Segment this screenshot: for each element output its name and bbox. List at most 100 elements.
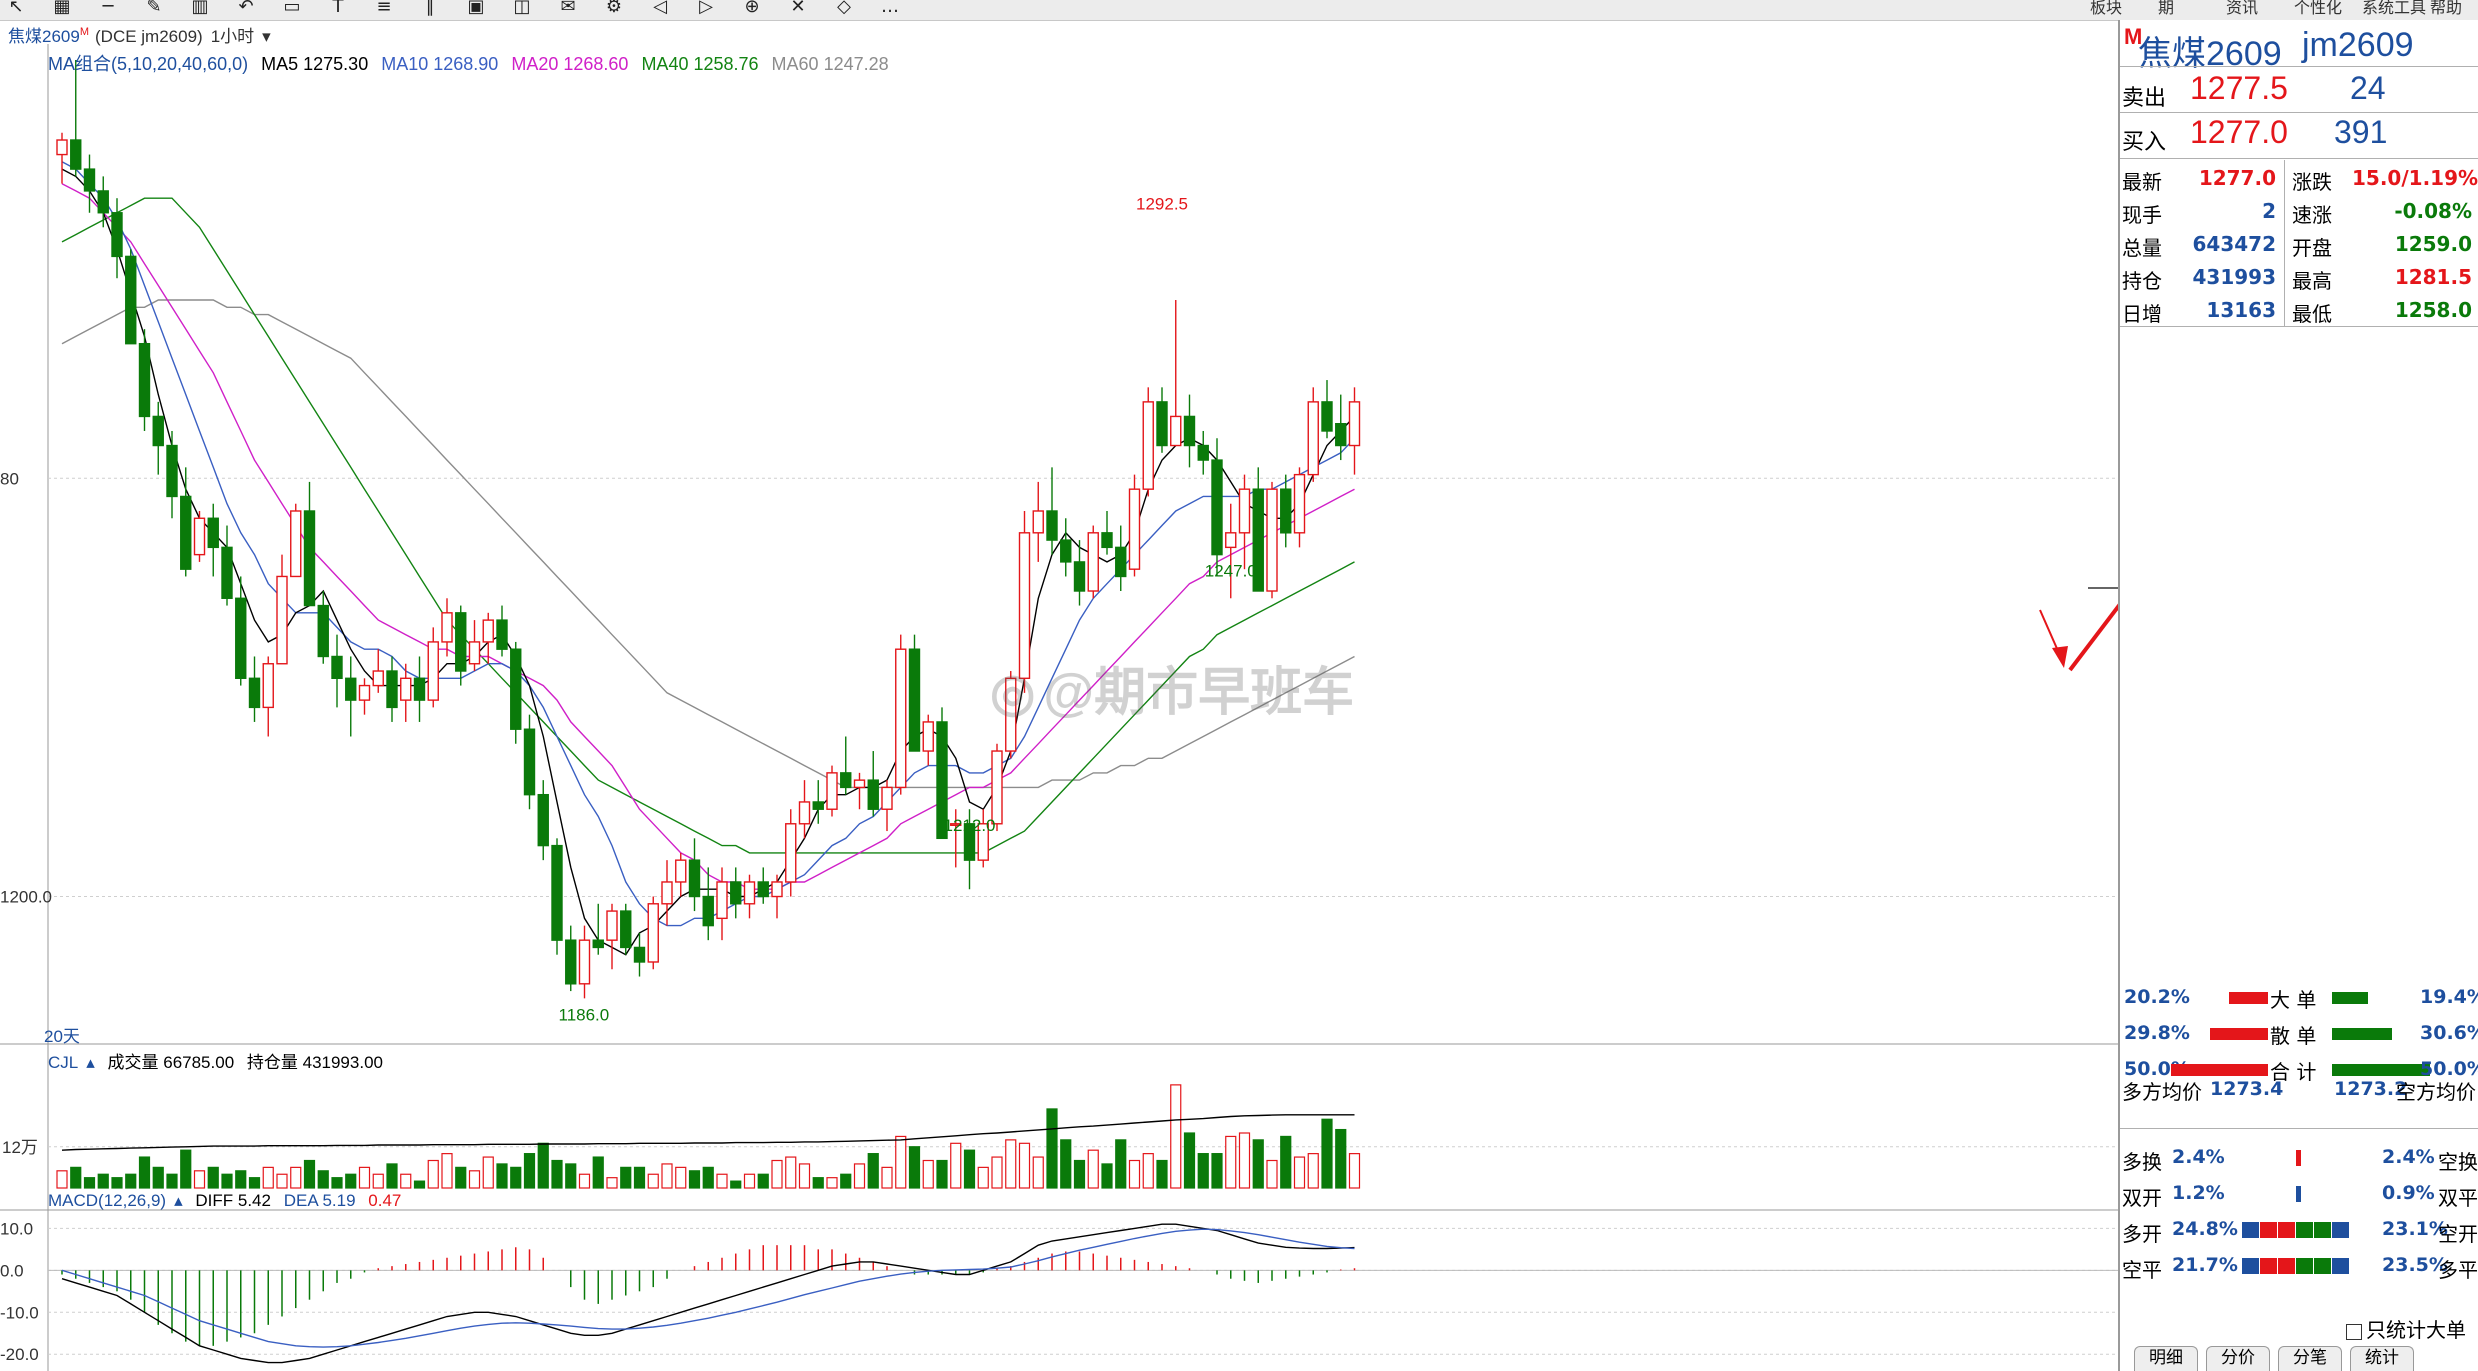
candle[interactable] — [537, 793, 549, 847]
candle[interactable] — [303, 510, 316, 607]
candle[interactable] — [180, 495, 192, 570]
candle[interactable] — [510, 648, 522, 730]
candle[interactable] — [386, 670, 398, 709]
zoom-icon[interactable]: ⊕ — [740, 0, 764, 16]
period-icon[interactable]: ▣ — [464, 0, 488, 16]
candle[interactable] — [166, 444, 178, 498]
candle[interactable] — [1060, 539, 1072, 563]
arrow-right-icon[interactable]: ▷ — [694, 0, 718, 16]
more-icon[interactable]: … — [878, 0, 902, 16]
candle[interactable] — [840, 772, 852, 789]
candle[interactable] — [991, 750, 1003, 825]
only-large-toggle[interactable]: 只统计大单 — [2346, 1314, 2466, 1343]
chevron-down-icon[interactable]: ▴ — [174, 1191, 183, 1210]
candle[interactable] — [83, 168, 96, 192]
arrow-left-icon[interactable]: ◁ — [648, 0, 672, 16]
candle[interactable] — [716, 881, 728, 920]
candle[interactable] — [207, 517, 219, 549]
candle[interactable] — [248, 677, 261, 709]
candle[interactable] — [97, 190, 109, 214]
tool-icon[interactable]: ⚙ — [602, 0, 626, 16]
candle[interactable] — [1183, 415, 1196, 447]
candle[interactable] — [523, 728, 536, 796]
candle[interactable] — [1335, 423, 1347, 447]
candle[interactable] — [276, 575, 288, 665]
candle[interactable] — [1321, 401, 1333, 432]
candle[interactable] — [372, 670, 384, 687]
candle[interactable] — [317, 604, 329, 658]
candle[interactable] — [70, 139, 82, 170]
candle[interactable] — [1307, 401, 1319, 476]
macd-label[interactable]: MACD(12,26,9) — [48, 1191, 166, 1210]
candle[interactable] — [1266, 488, 1278, 592]
line-icon[interactable]: ─ — [96, 0, 120, 16]
candle[interactable] — [1046, 510, 1058, 541]
month-icon[interactable]: ◫ — [510, 0, 534, 16]
close-icon[interactable]: ✕ — [786, 0, 810, 16]
candle[interactable] — [441, 612, 453, 643]
candle[interactable] — [895, 648, 907, 789]
candle[interactable] — [771, 881, 783, 898]
undo-icon[interactable]: ↶ — [234, 0, 258, 16]
diamond-icon[interactable]: ◇ — [832, 0, 856, 16]
ask-price[interactable]: 1277.5 — [2190, 70, 2288, 107]
candle[interactable] — [1280, 488, 1292, 534]
candle[interactable] — [881, 786, 893, 810]
candle[interactable] — [235, 597, 247, 679]
candle[interactable] — [331, 655, 343, 679]
candle[interactable] — [1073, 561, 1086, 592]
candle[interactable] — [400, 677, 412, 701]
grid-icon[interactable]: ▦ — [50, 0, 74, 16]
chevron-down-icon[interactable]: ▾ — [262, 27, 271, 46]
bid-price[interactable]: 1277.0 — [2190, 114, 2288, 151]
chart-icon[interactable]: ▥ — [188, 0, 212, 16]
tab-1[interactable]: 分价 — [2206, 1346, 2270, 1371]
pen-icon[interactable]: ✎ — [142, 0, 166, 16]
candle[interactable] — [468, 641, 481, 665]
candle[interactable] — [606, 910, 618, 941]
chart-period-select[interactable]: 1小时 — [211, 27, 254, 46]
candle[interactable] — [661, 881, 673, 905]
fibonacci-icon[interactable]: ≡ — [372, 0, 396, 16]
candle[interactable] — [551, 844, 563, 941]
menu-item[interactable]: 系统工具 — [2362, 0, 2426, 16]
candle[interactable] — [482, 619, 494, 643]
candle[interactable] — [1293, 473, 1306, 534]
candle[interactable] — [798, 801, 811, 825]
candle[interactable] — [908, 648, 921, 752]
candle[interactable] — [1101, 532, 1113, 549]
candle[interactable] — [853, 779, 866, 789]
checkbox[interactable] — [2346, 1323, 2362, 1340]
candle[interactable] — [455, 612, 467, 672]
chart-area[interactable]: 1200.0 80 12万 10.0 0.0 -10.0 -20.0 1292.5 1186.0… — [0, 20, 2118, 1371]
candle[interactable] — [688, 859, 701, 898]
ma-group-label[interactable]: MA组合(5,10,20,40,60,0) — [48, 54, 248, 74]
candle[interactable] — [413, 677, 426, 701]
candle[interactable] — [1238, 488, 1251, 534]
candle[interactable] — [1142, 401, 1154, 490]
candle[interactable] — [826, 772, 838, 810]
candle[interactable] — [221, 546, 233, 599]
candle[interactable] — [633, 946, 646, 963]
candle[interactable] — [620, 910, 632, 949]
candle[interactable] — [578, 939, 591, 985]
candle[interactable] — [193, 517, 206, 556]
candle[interactable] — [1115, 546, 1127, 578]
candle[interactable] — [1156, 401, 1168, 447]
candle[interactable] — [290, 510, 302, 578]
candle[interactable] — [56, 139, 68, 156]
candle[interactable] — [812, 801, 824, 810]
note-icon[interactable]: ✉ — [556, 0, 580, 16]
pointer-icon[interactable]: ↖ — [4, 0, 28, 16]
menu-item[interactable]: 资讯 — [2226, 0, 2258, 16]
candle[interactable] — [111, 212, 123, 258]
candle[interactable] — [1087, 532, 1099, 592]
candle[interactable] — [138, 342, 151, 418]
candle[interactable] — [565, 939, 577, 985]
rect-icon[interactable]: ▭ — [280, 0, 304, 16]
menu-item[interactable]: 个性化 — [2294, 0, 2342, 16]
candle[interactable] — [757, 881, 769, 898]
menu-item[interactable]: 期 — [2158, 0, 2174, 16]
candle[interactable] — [427, 641, 439, 701]
candle[interactable] — [1348, 401, 1361, 447]
